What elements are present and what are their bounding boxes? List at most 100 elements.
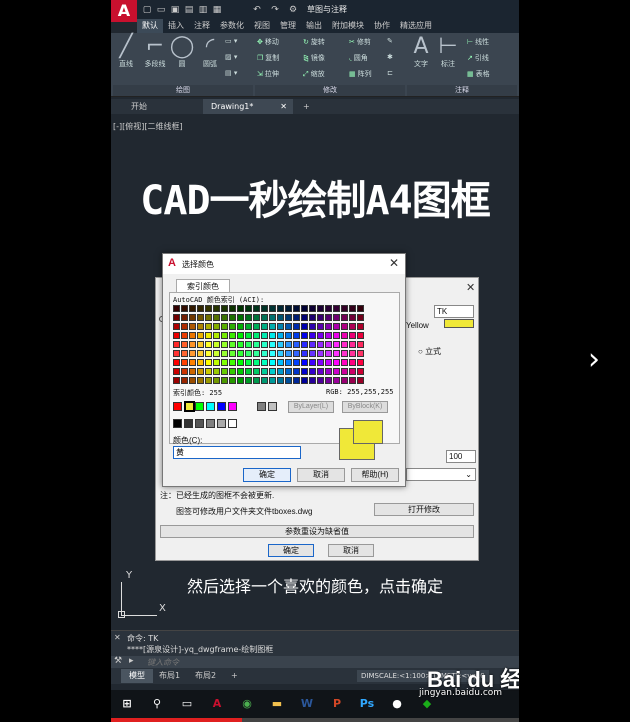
color-cell[interactable] [349,341,356,348]
color-cell[interactable] [221,305,228,312]
color-cell[interactable] [229,368,236,375]
color-cell[interactable] [325,332,332,339]
workspace-icon[interactable]: ⚙ [287,4,299,16]
line-tool[interactable]: ╱ 直线 [113,35,139,69]
color-cell[interactable] [325,359,332,366]
color-cell[interactable] [269,377,276,384]
color-cell[interactable] [333,377,340,384]
color-cell[interactable] [189,305,196,312]
color-cell[interactable] [269,305,276,312]
color-cell[interactable] [229,359,236,366]
tab-view[interactable]: 视图 [249,19,275,33]
chrome-icon[interactable]: ◉ [237,694,257,714]
color-cell[interactable] [197,305,204,312]
color-cell[interactable] [197,350,204,357]
color-swatch[interactable] [444,319,474,328]
color-cell[interactable] [277,359,284,366]
color-cell[interactable] [221,323,228,330]
color-cell[interactable] [301,368,308,375]
trim-button[interactable]: ✂ 修剪 [349,37,371,47]
command-input[interactable] [147,656,367,668]
leader-button[interactable]: ↗ 引线 [467,53,489,63]
tab-featured-apps[interactable]: 精选应用 [395,19,437,33]
color-cell[interactable] [293,359,300,366]
color-cell[interactable] [205,350,212,357]
array-button[interactable]: ▦ 阵列 [349,69,372,79]
wrench-icon[interactable]: ⚒ [114,656,122,666]
color-cell[interactable] [293,377,300,384]
color-cell[interactable] [293,332,300,339]
color-cell[interactable] [181,350,188,357]
color-cell[interactable] [349,368,356,375]
color-cell[interactable] [325,377,332,384]
tab-default[interactable]: 默认 [137,19,163,33]
color-cell[interactable] [253,368,260,375]
bylayer-button[interactable]: ByLayer(L) [288,401,334,413]
standard-color-swatch[interactable] [184,401,195,412]
color-cell[interactable] [261,332,268,339]
rectangle-icon[interactable]: ▭ ▾ [225,37,237,45]
color-cell[interactable] [213,314,220,321]
color-cell[interactable] [325,314,332,321]
color-cell[interactable] [237,377,244,384]
gray-color-swatch[interactable] [184,419,193,428]
color-cell[interactable] [189,359,196,366]
wechat-icon[interactable]: ● [387,694,407,714]
color-cell[interactable] [181,314,188,321]
color-cell[interactable] [205,305,212,312]
copy-button[interactable]: ❐ 复制 [257,53,279,63]
viewport-controls[interactable]: [-][俯视][二维线框] [113,121,183,132]
color-cell[interactable] [269,332,276,339]
color-cell[interactable] [261,377,268,384]
color-cell[interactable] [357,368,364,375]
color-cell[interactable] [277,314,284,321]
color-cell[interactable] [341,314,348,321]
color-cell[interactable] [229,377,236,384]
color-cell[interactable] [325,323,332,330]
color-cell[interactable] [197,314,204,321]
color-cell[interactable] [189,332,196,339]
close-icon[interactable]: ✕ [114,633,121,642]
color-cell[interactable] [301,377,308,384]
windows-start-icon[interactable]: ⊞ [117,694,137,714]
color-cell[interactable] [253,377,260,384]
color-cell[interactable] [245,350,252,357]
color-cell[interactable] [269,314,276,321]
color-cell[interactable] [189,368,196,375]
color-cell[interactable] [349,350,356,357]
gray-color-swatch[interactable] [195,419,204,428]
color-cell[interactable] [309,305,316,312]
color-cell[interactable] [245,377,252,384]
color-cell[interactable] [341,332,348,339]
linear-button[interactable]: ⊢ 线性 [467,37,489,47]
color-cell[interactable] [205,341,212,348]
photoshop-icon[interactable]: Ps [357,694,377,714]
color-cell[interactable] [357,323,364,330]
plot-icon[interactable]: ▥ [197,4,209,16]
color-cell[interactable] [293,341,300,348]
color-cell[interactable] [213,359,220,366]
color-cell[interactable] [333,323,340,330]
color-cell[interactable] [285,314,292,321]
color-cell[interactable] [237,305,244,312]
close-icon[interactable]: ✕ [466,281,475,294]
color-help-button[interactable]: 帮助(H) [351,468,399,482]
color-cell[interactable] [357,341,364,348]
color-cell[interactable] [181,359,188,366]
color-cell[interactable] [349,359,356,366]
color-cell[interactable] [213,341,220,348]
color-cell[interactable] [301,314,308,321]
color-cell[interactable] [301,359,308,366]
draw-group-label[interactable]: 绘图 [113,85,253,96]
task-view-icon[interactable]: ▭ [177,694,197,714]
color-cell[interactable] [357,305,364,312]
color-cell[interactable] [301,350,308,357]
color-cell[interactable] [237,323,244,330]
color-cell[interactable] [205,323,212,330]
open-file-icon[interactable]: ▭ [155,4,167,16]
color-cell[interactable] [309,314,316,321]
dimension-tool[interactable]: ⊢ 标注 [435,35,461,69]
autocad-icon[interactable]: A [207,694,227,714]
color-cell[interactable] [213,350,220,357]
tab-manage[interactable]: 管理 [275,19,301,33]
